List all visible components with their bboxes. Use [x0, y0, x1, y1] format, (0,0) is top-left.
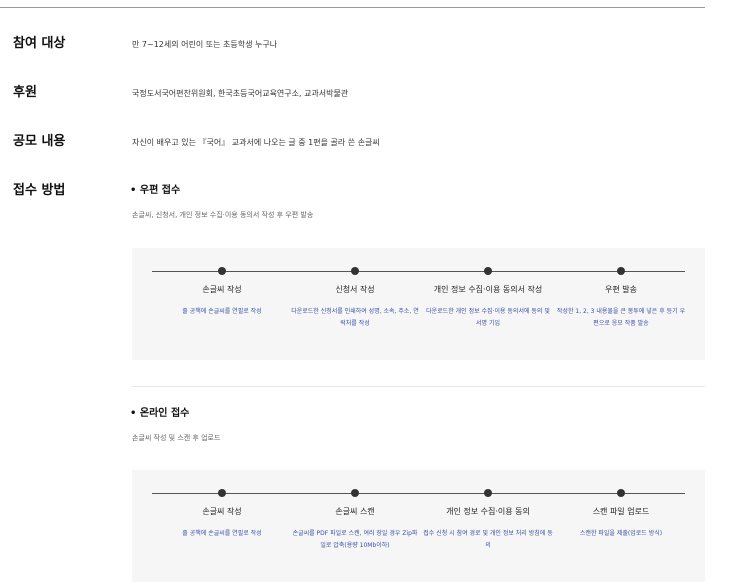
online-method-desc: 손글씨 작성 및 스캔 후 업로드 — [132, 434, 221, 442]
step-title: 개인 정보 수집·이용 동의 — [446, 507, 530, 516]
step-dot-icon — [617, 267, 625, 275]
mail-step-3: 개인 정보 수집·이용 동의서 작성 다운로드한 개인 정보 수집·이용 동의서… — [423, 248, 553, 360]
online-method-title: • 온라인 접수 — [130, 408, 190, 419]
step-desc: 작성한 1, 2, 3 내용물을 큰 봉투에 넣은 후 등기 우편으로 응모 작… — [556, 308, 686, 327]
section-label-target: 참여 대상 — [13, 36, 66, 51]
step-dot-icon — [218, 267, 226, 275]
step-title: 신청서 작성 — [335, 285, 375, 294]
step-desc: 스캔한 파일을 제출(업로드 방식) — [579, 530, 663, 537]
step-desc: 줄 공책에 손글씨를 연필로 작성 — [182, 308, 262, 315]
section-text-target: 만 7~12세의 어린이 또는 초등학생 누구나 — [132, 40, 278, 49]
step-dot-icon — [617, 489, 625, 497]
mail-step-4: 우편 발송 작성한 1, 2, 3 내용물을 큰 봉투에 넣은 후 등기 우편으… — [556, 248, 686, 360]
step-desc: 손글씨를 PDF 파일로 스캔, 여러 장일 경우 Zip파일로 압축(용량 1… — [292, 530, 418, 549]
step-dot-icon — [218, 489, 226, 497]
step-title: 손글씨 작성 — [202, 285, 242, 294]
online-step-4: 스캔 파일 업로드 스캔한 파일을 제출(업로드 방식) — [556, 470, 686, 582]
online-step-1: 손글씨 작성 줄 공책에 손글씨를 연필로 작성 — [157, 470, 287, 582]
section-label-sponsor: 후원 — [13, 85, 37, 100]
online-step-2: 손글씨 스캔 손글씨를 PDF 파일로 스캔, 여러 장일 경우 Zip파일로 … — [290, 470, 420, 582]
step-dot-icon — [484, 267, 492, 275]
step-title: 손글씨 작성 — [202, 507, 242, 516]
mail-method-title: • 우편 접수 — [130, 185, 181, 196]
step-dot-icon — [351, 489, 359, 497]
section-text-sponsor: 국정도서국어편찬위원회, 한국초등국어교육연구소, 교과서박물관 — [132, 89, 349, 98]
section-text-content: 자신이 배우고 있는 『국어』 교과서에 나오는 글 중 1편을 골라 쓴 손글… — [132, 138, 380, 147]
online-steps-panel: 손글씨 작성 줄 공책에 손글씨를 연필로 작성 손글씨 스캔 손글씨를 PDF… — [132, 470, 705, 582]
step-desc: 다운로드한 신청서를 인쇄하여 성명, 소속, 주소, 연락처를 작성 — [291, 308, 419, 327]
mail-steps-panel: 손글씨 작성 줄 공책에 손글씨를 연필로 작성 신청서 작성 다운로드한 신청… — [132, 248, 705, 360]
step-title: 스캔 파일 업로드 — [592, 507, 650, 516]
mail-step-1: 손글씨 작성 줄 공책에 손글씨를 연필로 작성 — [157, 248, 287, 360]
section-label-content: 공모 내용 — [13, 134, 66, 149]
section-label-method: 접수 방법 — [13, 183, 66, 198]
step-title: 우편 발송 — [605, 285, 637, 294]
step-desc: 다운로드한 개인 정보 수집·이용 동의서에 동의 및 서명 기입 — [426, 308, 550, 327]
mail-step-2: 신청서 작성 다운로드한 신청서를 인쇄하여 성명, 소속, 주소, 연락처를 … — [290, 248, 420, 360]
step-title: 개인 정보 수집·이용 동의서 작성 — [433, 285, 543, 294]
mail-method-desc: 손글씨, 신청서, 개인 정보 수집·이용 동의서 작성 후 우편 발송 — [132, 211, 314, 219]
step-desc: 줄 공책에 손글씨를 연필로 작성 — [182, 530, 262, 537]
step-title: 손글씨 스캔 — [335, 507, 375, 516]
online-step-3: 개인 정보 수집·이용 동의 접수 신청 시 참여 경로 및 개인 정보 처리 … — [423, 470, 553, 582]
top-divider — [0, 7, 705, 8]
step-desc: 접수 신청 시 참여 경로 및 개인 정보 처리 방침에 동의 — [423, 530, 553, 549]
step-dot-icon — [484, 489, 492, 497]
method-divider — [132, 386, 705, 387]
step-dot-icon — [351, 267, 359, 275]
